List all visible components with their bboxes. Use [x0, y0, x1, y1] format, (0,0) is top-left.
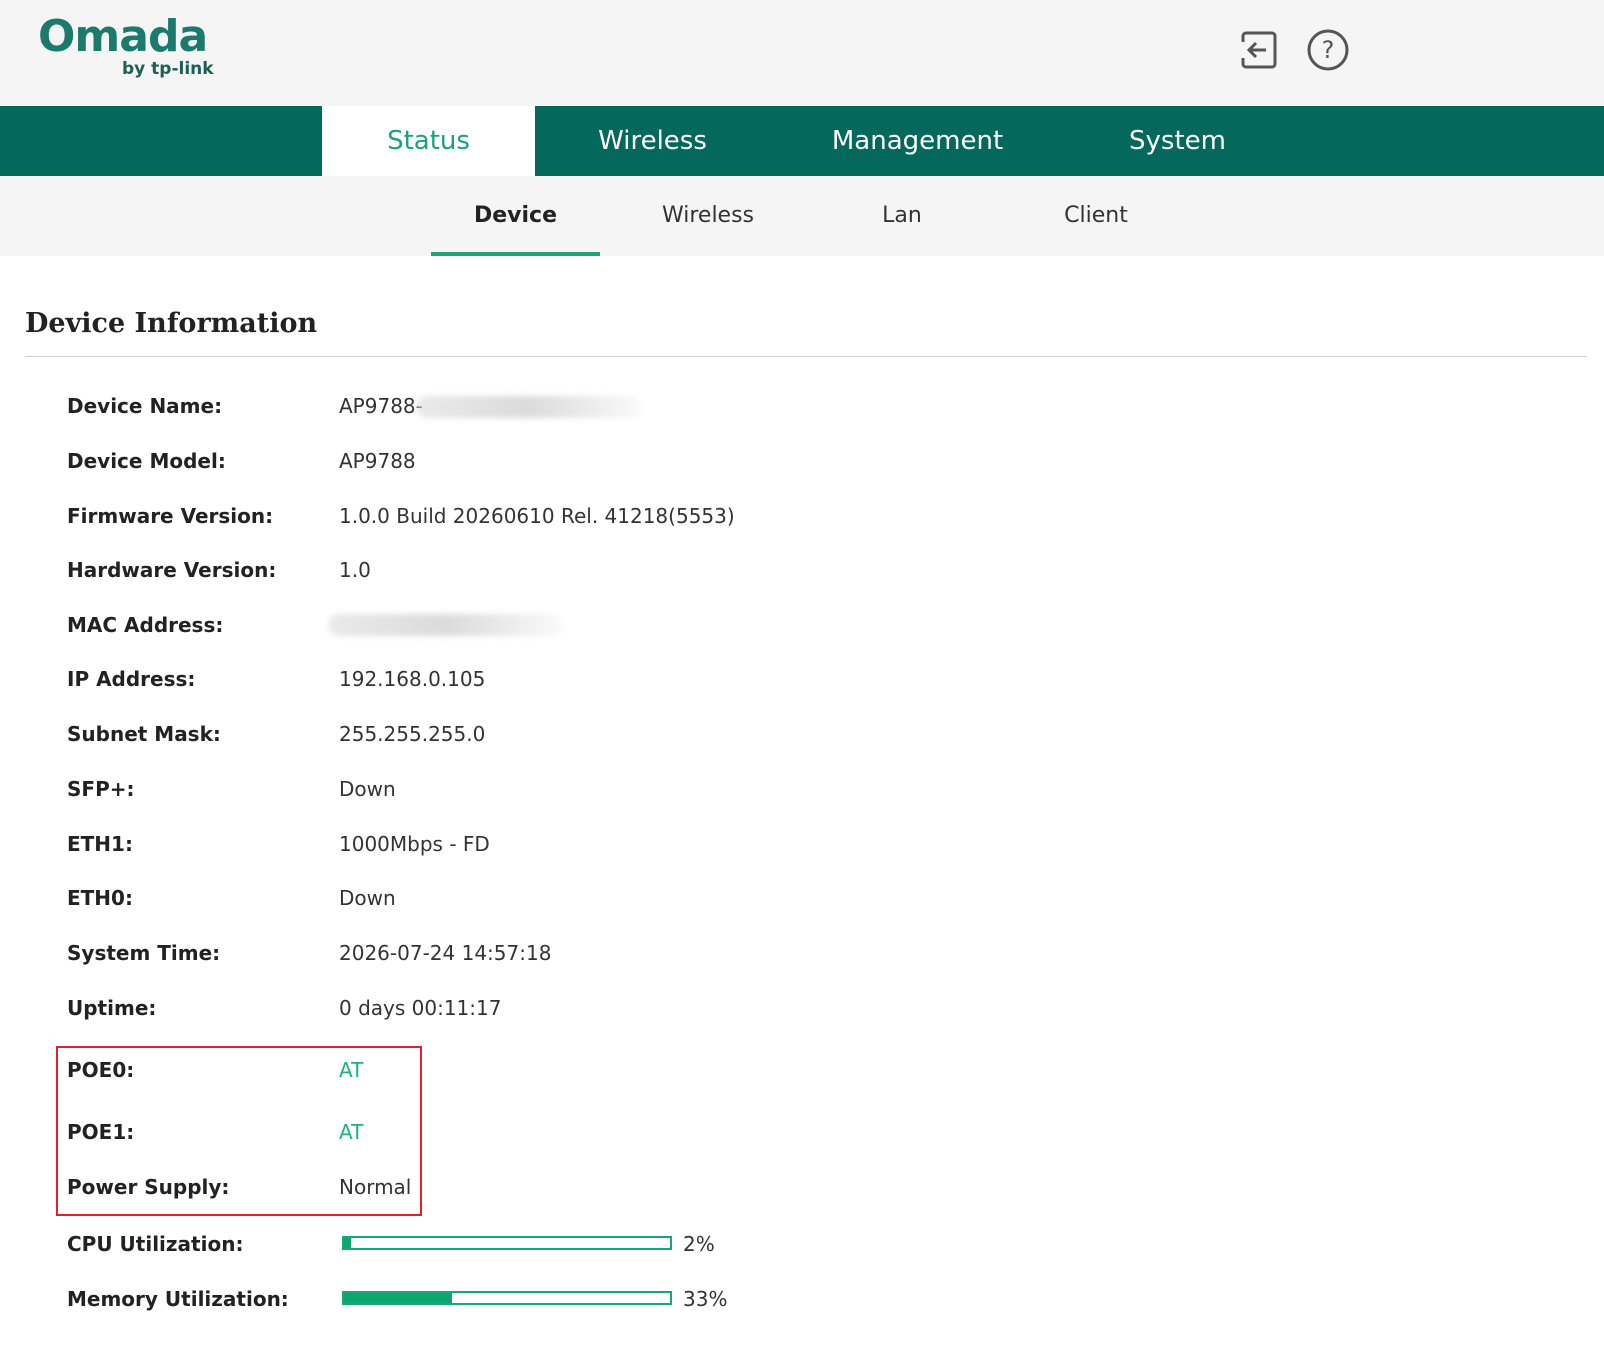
hardware-label: Hardware Version:: [67, 558, 277, 582]
firmware-label: Firmware Version:: [67, 504, 274, 528]
subtab-wireless[interactable]: Wireless: [628, 176, 788, 256]
poe0-label: POE0:: [67, 1058, 135, 1082]
tab-system[interactable]: System: [1075, 106, 1280, 176]
eth0-label: ETH0:: [67, 886, 133, 910]
section-title: Device Information: [25, 308, 318, 339]
device-name-value: AP9788-: [339, 394, 423, 418]
row-ip: IP Address: 192.168.0.105: [0, 659, 1604, 699]
subtab-device[interactable]: Device: [431, 176, 600, 256]
system-time-label: System Time:: [67, 941, 221, 965]
logout-icon[interactable]: [1237, 28, 1281, 72]
row-firmware: Firmware Version: 1.0.0 Build 20260610 R…: [0, 496, 1604, 536]
row-hardware: Hardware Version: 1.0: [0, 550, 1604, 590]
main-nav: Status Wireless Management System: [0, 106, 1604, 176]
tab-wireless[interactable]: Wireless: [540, 106, 765, 176]
row-eth1: ETH1: 1000Mbps - FD: [0, 824, 1604, 864]
row-system-time: System Time: 2026-07-24 14:57:18: [0, 933, 1604, 973]
svg-text:?: ?: [1322, 36, 1335, 64]
subtab-client[interactable]: Client: [1016, 176, 1176, 256]
row-power-supply: Power Supply: Normal: [0, 1167, 1604, 1207]
row-eth0: ETH0: Down: [0, 878, 1604, 918]
power-supply-value: Normal: [339, 1175, 412, 1199]
ip-label: IP Address:: [67, 667, 196, 691]
cpu-progress-fill: [344, 1238, 351, 1248]
firmware-value: 1.0.0 Build 20260610 Rel. 41218(5553): [339, 504, 735, 528]
eth0-value: Down: [339, 886, 396, 910]
row-poe0: POE0: AT: [0, 1050, 1604, 1090]
sub-nav: Device Wireless Lan Client: [0, 176, 1604, 256]
device-model-label: Device Model:: [67, 449, 226, 473]
section-divider: [25, 356, 1587, 357]
system-time-value: 2026-07-24 14:57:18: [339, 941, 552, 965]
row-uptime: Uptime: 0 days 00:11:17: [0, 988, 1604, 1028]
memory-percent-text: 33%: [683, 1287, 728, 1311]
row-mac: MAC Address:: [0, 605, 1604, 645]
subnet-value: 255.255.255.0: [339, 722, 486, 746]
row-device-name: Device Name: AP9788-: [0, 386, 1604, 426]
tab-management[interactable]: Management: [790, 106, 1045, 176]
row-sfp: SFP+: Down: [0, 769, 1604, 809]
row-device-model: Device Model: AP9788: [0, 441, 1604, 481]
top-header: Omada by tp-link ?: [0, 0, 1604, 106]
uptime-label: Uptime:: [67, 996, 157, 1020]
row-poe1: POE1: AT: [0, 1112, 1604, 1152]
subtab-lan[interactable]: Lan: [822, 176, 982, 256]
poe0-value: AT: [339, 1058, 364, 1082]
row-cpu: CPU Utilization: 2%: [0, 1224, 1604, 1264]
cpu-progress-bar: [342, 1236, 672, 1250]
device-model-value: AP9788: [339, 449, 416, 473]
uptime-value: 0 days 00:11:17: [339, 996, 502, 1020]
power-supply-label: Power Supply:: [67, 1175, 230, 1199]
device-name-label: Device Name:: [67, 394, 223, 418]
subnet-label: Subnet Mask:: [67, 722, 221, 746]
memory-progress-bar: [342, 1291, 672, 1305]
hardware-value: 1.0: [339, 558, 371, 582]
mac-label: MAC Address:: [67, 613, 224, 637]
memory-progress-fill: [344, 1293, 452, 1303]
poe1-label: POE1:: [67, 1120, 135, 1144]
poe1-value: AT: [339, 1120, 364, 1144]
cpu-percent-text: 2%: [683, 1232, 715, 1256]
tab-status[interactable]: Status: [322, 106, 535, 176]
eth1-value: 1000Mbps - FD: [339, 832, 490, 856]
redacted-blur: [416, 396, 641, 418]
redacted-blur: [328, 614, 563, 636]
eth1-label: ETH1:: [67, 832, 133, 856]
help-icon[interactable]: ?: [1306, 28, 1350, 72]
row-subnet: Subnet Mask: 255.255.255.0: [0, 714, 1604, 754]
logo-subtext: by tp-link: [122, 59, 214, 79]
omada-logo: Omada by tp-link: [38, 12, 218, 82]
logo-text: Omada: [38, 11, 208, 62]
cpu-label: CPU Utilization:: [67, 1232, 244, 1256]
row-memory: Memory Utilization: 33%: [0, 1279, 1604, 1319]
sfp-value: Down: [339, 777, 396, 801]
memory-label: Memory Utilization:: [67, 1287, 289, 1311]
ip-value: 192.168.0.105: [339, 667, 486, 691]
sfp-label: SFP+:: [67, 777, 135, 801]
